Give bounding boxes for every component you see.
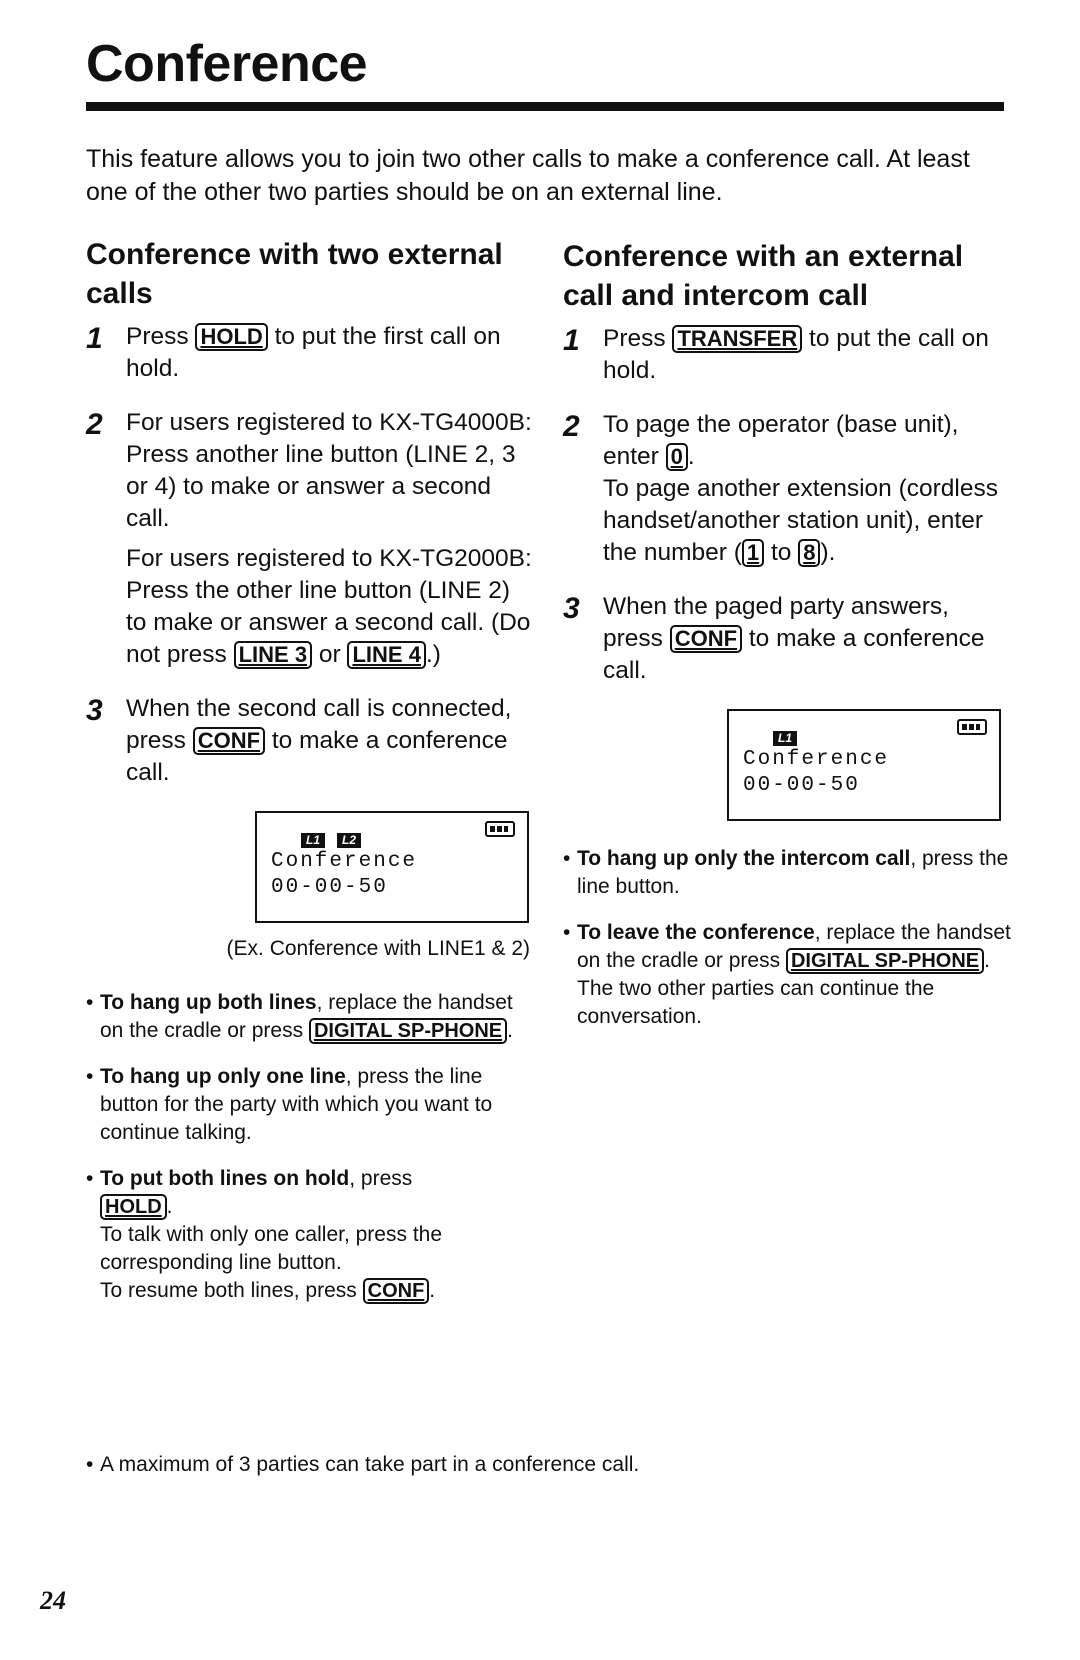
lcd-text: Conference 00-00-50 bbox=[271, 849, 417, 901]
step-text: Press another line button (LINE 2, 3 or … bbox=[126, 441, 516, 532]
note-bold: To hang up only one line bbox=[100, 1065, 346, 1088]
step-text-with-keys: Press the other line button (LINE 2) to … bbox=[126, 575, 536, 671]
line-2-indicator-icon: L2 bbox=[337, 833, 362, 848]
step-text: . bbox=[687, 443, 695, 470]
hold-key: HOLD bbox=[100, 1194, 167, 1220]
lcd-text: Conference 00-00-50 bbox=[743, 747, 889, 799]
digital-sp-phone-key: DIGITAL SP-PHONE bbox=[308, 1018, 508, 1044]
conf-key: CONF bbox=[362, 1278, 430, 1304]
note-leave-conference: To leave the conference, replace the han… bbox=[563, 919, 1013, 1031]
conf-key: CONF bbox=[669, 625, 743, 653]
step-text: For users registered to KX-TG2000B: bbox=[126, 545, 532, 572]
step-3: 3 When the second call is connected, pre… bbox=[86, 693, 536, 789]
step-text: To page the operator (base unit), enter bbox=[603, 411, 959, 470]
note-hang-up-one: To hang up only one line, press the line… bbox=[86, 1063, 536, 1147]
step-2: 2 To page the operator (base unit), ente… bbox=[563, 409, 1013, 569]
page-title: Conference bbox=[86, 35, 368, 93]
battery-icon bbox=[485, 821, 515, 837]
key-8: 8 bbox=[798, 539, 821, 567]
note-text: . bbox=[429, 1279, 436, 1302]
line3-key: LINE 3 bbox=[233, 641, 313, 669]
step-text: Press bbox=[603, 325, 673, 352]
note-bold: To hang up only the intercom call bbox=[577, 847, 911, 870]
note-text: . bbox=[166, 1195, 173, 1218]
battery-icon bbox=[957, 719, 987, 735]
line4-key: LINE 4 bbox=[347, 641, 426, 669]
lcd-caption: (Ex. Conference with LINE1 & 2) bbox=[226, 937, 530, 960]
lcd-line-2: 00-00-50 bbox=[271, 876, 388, 899]
step-number: 1 bbox=[86, 322, 103, 355]
note-bold: To hang up both lines bbox=[100, 991, 317, 1014]
note-bold: To put both lines on hold bbox=[100, 1167, 350, 1190]
step-number: 1 bbox=[563, 324, 580, 357]
step-3: 3 When the paged party answers, press CO… bbox=[563, 591, 1013, 687]
step-2: 2 For users registered to KX-TG4000B: Pr… bbox=[86, 407, 536, 671]
note-text: , press bbox=[349, 1167, 413, 1190]
note-hang-up-intercom: To hang up only the intercom call, press… bbox=[563, 845, 1013, 901]
line-1-indicator-icon: L1 bbox=[773, 731, 798, 746]
step-number: 2 bbox=[86, 408, 103, 441]
step-text: For users registered to KX-TG4000B: bbox=[126, 409, 532, 436]
line-1-indicator-icon: L1 bbox=[301, 833, 326, 848]
step-text: Press bbox=[126, 323, 196, 350]
step-1: 1 Press TRANSFER to put the call on hold… bbox=[563, 323, 1013, 387]
lcd-line-2: 00-00-50 bbox=[743, 774, 860, 797]
step-text-with-key: To page the operator (base unit), enter … bbox=[603, 409, 1013, 473]
note-text: To talk with only one caller, press the … bbox=[100, 1223, 443, 1274]
section-heading: Conference with an external call and int… bbox=[563, 240, 964, 312]
step-text: .) bbox=[425, 641, 441, 668]
section-external-and-intercom: Conference with an external call and int… bbox=[563, 237, 1013, 1049]
note-text: To resume both lines, press bbox=[100, 1279, 363, 1302]
note-hang-up-both: To hang up both lines, replace the hands… bbox=[86, 989, 536, 1045]
lcd-line-1: Conference bbox=[743, 748, 890, 771]
footer-note: A maximum of 3 parties can take part in … bbox=[86, 1453, 639, 1477]
key-1: 1 bbox=[741, 539, 765, 567]
lcd-line-1: Conference bbox=[271, 850, 418, 873]
digital-sp-phone-key: DIGITAL SP-PHONE bbox=[785, 948, 985, 974]
title-rule bbox=[86, 102, 1004, 111]
section-two-external-calls: Conference with two external calls 1 Pre… bbox=[86, 235, 536, 1323]
hold-key: HOLD bbox=[195, 323, 268, 351]
step-text: or bbox=[312, 641, 348, 668]
step-number: 3 bbox=[563, 592, 580, 625]
section-heading: Conference with two external calls bbox=[86, 238, 503, 310]
note-text-with-key: To resume both lines, press CONF. bbox=[100, 1277, 536, 1305]
step-number: 2 bbox=[563, 410, 580, 443]
note-text: . bbox=[507, 1019, 513, 1042]
lcd-display-illustration: L1 Conference 00-00-50 bbox=[727, 709, 1001, 821]
note-bold: To leave the conference bbox=[577, 921, 815, 944]
conf-key: CONF bbox=[192, 727, 266, 755]
transfer-key: TRANSFER bbox=[672, 325, 803, 353]
intro-text: This feature allows you to join two othe… bbox=[86, 145, 970, 206]
step-number: 3 bbox=[86, 694, 103, 727]
page-number: 24 bbox=[40, 1586, 66, 1615]
step-1: 1 Press HOLD to put the first call on ho… bbox=[86, 321, 536, 385]
step-text: ). bbox=[820, 539, 836, 566]
lcd-display-illustration: L1 L2 Conference 00-00-50 bbox=[255, 811, 529, 923]
step-text: to bbox=[764, 539, 799, 566]
step-text-with-keys: To page another extension (cordless hand… bbox=[603, 473, 1013, 569]
key-0: 0 bbox=[665, 443, 688, 471]
note-both-on-hold: To put both lines on hold, press HOLD. T… bbox=[86, 1165, 536, 1305]
